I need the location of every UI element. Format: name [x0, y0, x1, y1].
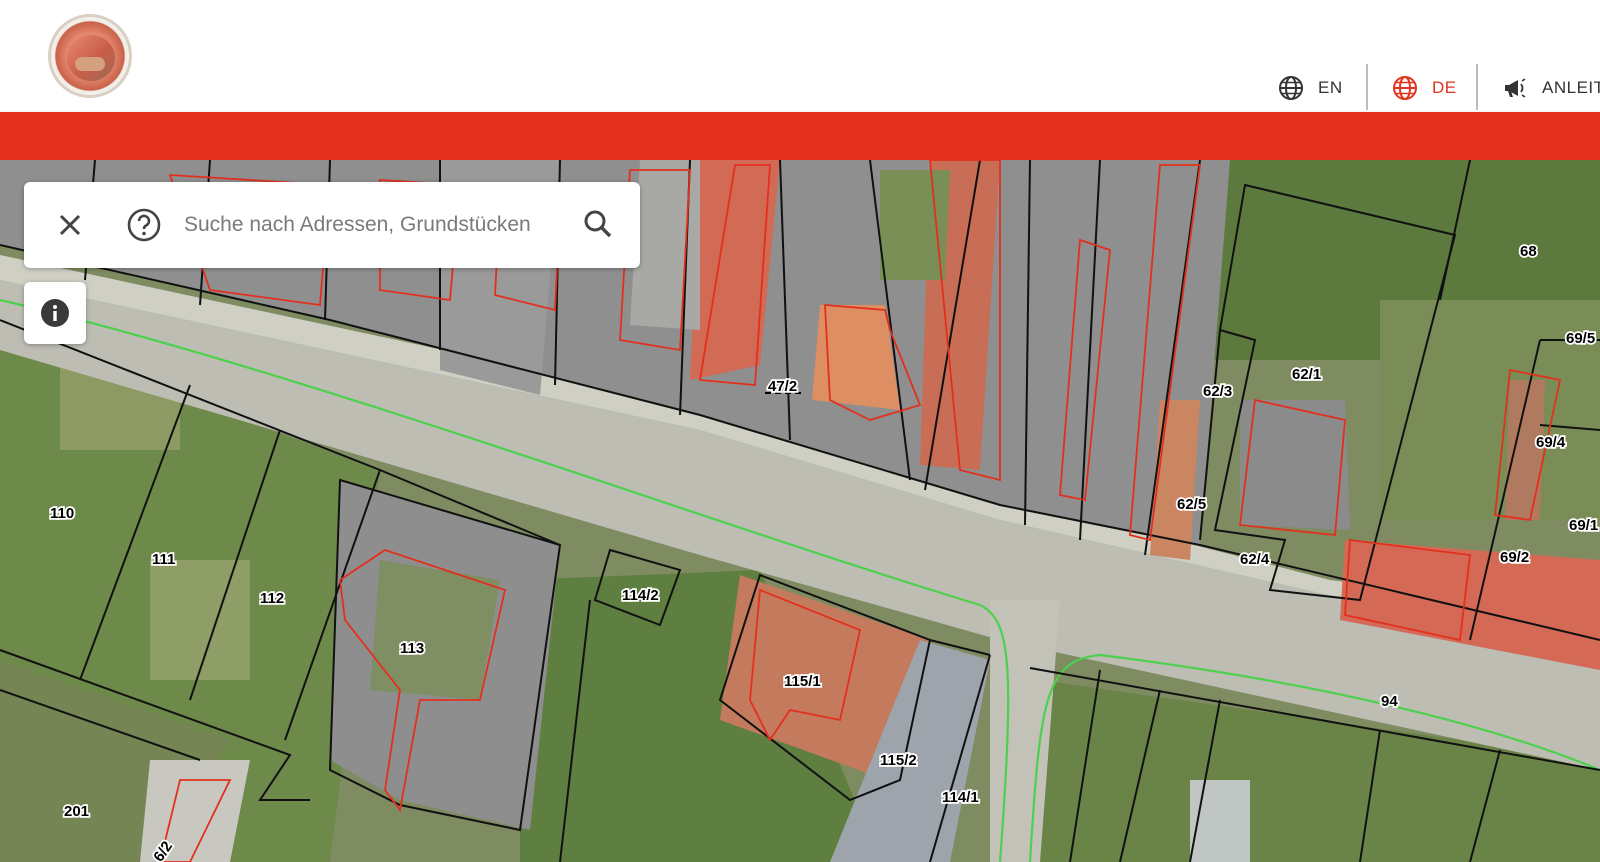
parcel-label: 114/2	[622, 587, 659, 604]
parcel-label: 69/5	[1566, 330, 1595, 347]
parcel-label: 115/1	[784, 673, 821, 690]
header-divider	[1476, 64, 1478, 110]
language-de-button[interactable]: DE	[1392, 64, 1457, 112]
parcel-label: 68	[1520, 243, 1537, 260]
instructions-label: ANLEIT	[1542, 78, 1600, 97]
header-divider	[1366, 64, 1368, 110]
search-input[interactable]	[184, 206, 566, 244]
info-icon	[41, 299, 69, 327]
info-button[interactable]	[24, 282, 86, 344]
question-circle-icon[interactable]	[124, 205, 164, 245]
instructions-button[interactable]: ANLEIT	[1502, 64, 1600, 112]
parcel-label: 111	[152, 551, 175, 568]
parcel-label: 201	[64, 803, 89, 820]
municipality-logo[interactable]	[48, 14, 132, 98]
language-en-label: EN	[1318, 78, 1343, 97]
app-header: EN DE ANLEIT	[0, 0, 1600, 112]
parcel-label: 114/1	[942, 789, 979, 806]
parcel-label: 69/4	[1536, 434, 1566, 451]
parcel-label: 94	[1381, 693, 1398, 710]
parcel-label: 115/2	[880, 752, 917, 769]
megaphone-icon	[1505, 78, 1526, 98]
search-icon[interactable]	[578, 204, 618, 244]
parcel-label: 110	[50, 505, 74, 522]
parcel-label: 69/1	[1569, 517, 1598, 534]
globe-icon	[1393, 76, 1417, 100]
parcel-label: 62/3	[1203, 383, 1232, 400]
search-panel	[24, 182, 640, 268]
parcel-label: 113	[400, 640, 424, 657]
parcel-label: 47/2	[768, 378, 797, 395]
parcel-label: 62/1	[1292, 366, 1321, 383]
parcel-label: 112	[260, 590, 284, 607]
language-de-label: DE	[1432, 78, 1457, 97]
parcel-label: 62/5	[1177, 496, 1206, 513]
globe-icon	[1279, 76, 1303, 100]
header-accent-bar	[0, 112, 1600, 160]
close-icon[interactable]	[52, 207, 88, 243]
language-en-button[interactable]: EN	[1278, 64, 1343, 112]
parcel-label: 62/4	[1240, 551, 1270, 568]
parcel-label: 69/2	[1500, 549, 1529, 566]
